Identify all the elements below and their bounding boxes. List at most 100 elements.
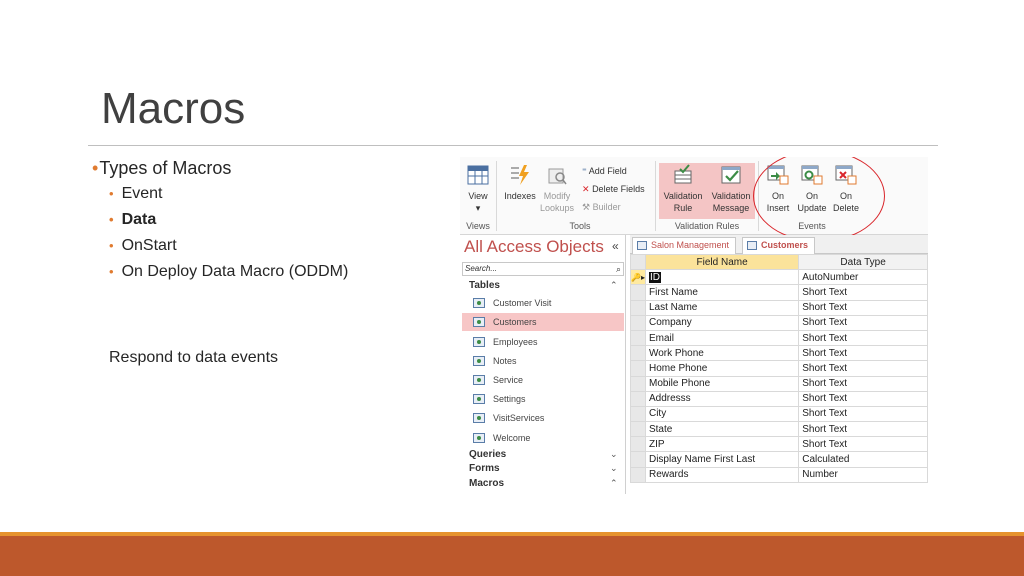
data-type-cell[interactable]: Number bbox=[798, 466, 928, 483]
data-type-cell[interactable]: Short Text bbox=[798, 436, 928, 453]
field-name-cell[interactable]: Email bbox=[644, 329, 800, 347]
table-row[interactable]: Email Short Text bbox=[630, 329, 928, 347]
field-name-cell[interactable]: Mobile Phone bbox=[644, 375, 800, 392]
group-label-validation: Validation Rules bbox=[674, 221, 740, 231]
data-type-cell[interactable]: Short Text bbox=[798, 405, 928, 423]
header-field-name[interactable]: Field Name bbox=[644, 253, 800, 271]
table-row[interactable]: Display Name First Last Calculated bbox=[630, 451, 928, 468]
row-selector[interactable] bbox=[630, 345, 646, 362]
field-name-cell[interactable]: Last Name bbox=[644, 299, 800, 316]
data-type-cell[interactable]: Short Text bbox=[798, 284, 928, 301]
table-row[interactable]: Home Phone Short Text bbox=[630, 360, 928, 377]
field-name-cell[interactable]: Rewards bbox=[644, 466, 800, 483]
data-type-cell[interactable]: Short Text bbox=[798, 299, 928, 316]
field-name-cell[interactable]: Addresss bbox=[644, 390, 800, 407]
indexes-button[interactable]: Indexes bbox=[502, 163, 538, 202]
add-field-button[interactable]: ⁼ Add Field bbox=[582, 166, 627, 177]
nav-item-visitservices[interactable]: VisitServices bbox=[462, 409, 624, 427]
nav-item-notes[interactable]: Notes bbox=[462, 352, 624, 370]
validation-label: Validation bbox=[663, 191, 703, 201]
table-row[interactable]: State Short Text bbox=[630, 421, 928, 438]
table-row[interactable]: ZIP Short Text bbox=[630, 436, 928, 453]
row-selector[interactable] bbox=[630, 405, 646, 423]
row-selector[interactable] bbox=[630, 421, 646, 438]
row-selector[interactable] bbox=[630, 375, 646, 392]
field-name-cell[interactable]: State bbox=[644, 421, 800, 438]
row-selector[interactable] bbox=[630, 329, 646, 347]
tab-salon-management[interactable]: Salon Management bbox=[632, 237, 737, 254]
nav-item-label: Employees bbox=[493, 337, 538, 347]
data-type-cell[interactable]: Short Text bbox=[798, 421, 928, 438]
delete-fields-button[interactable]: ✕ Delete Fields bbox=[582, 184, 645, 195]
bullet-level1: •Types of Macros bbox=[92, 158, 348, 179]
primary-key-icon[interactable]: 🔑▸ bbox=[630, 269, 646, 286]
nav-group-tables[interactable]: Tables ⌃ bbox=[469, 280, 618, 291]
table-row[interactable]: Company Short Text bbox=[630, 314, 928, 331]
nav-item-customer-visit[interactable]: Customer Visit bbox=[462, 294, 624, 312]
data-type-cell[interactable]: Short Text bbox=[798, 360, 928, 377]
table-icon bbox=[473, 394, 485, 404]
table-row[interactable]: Last Name Short Text bbox=[630, 299, 928, 316]
nav-item-label: Notes bbox=[493, 356, 517, 366]
table-row[interactable]: 🔑▸ ID AutoNumber bbox=[630, 269, 928, 286]
field-name-cell[interactable]: Work Phone bbox=[644, 345, 800, 362]
nav-item-welcome[interactable]: Welcome bbox=[462, 429, 624, 447]
nav-item-service[interactable]: Service bbox=[462, 371, 624, 389]
row-selector[interactable] bbox=[630, 390, 646, 407]
field-name-cell[interactable]: ID bbox=[644, 269, 800, 286]
field-name-cell[interactable]: Display Name First Last bbox=[644, 451, 800, 468]
table-row[interactable]: City Short Text bbox=[630, 405, 928, 423]
table-design-grid: Field Name Data Type 🔑▸ ID AutoNumber First… bbox=[630, 253, 928, 483]
table-row[interactable]: Mobile Phone Short Text bbox=[630, 375, 928, 392]
field-name-cell[interactable]: ZIP bbox=[644, 436, 800, 453]
ribbon: View ▾ Indexes Modify Lookups ⁼ Add Field … bbox=[460, 157, 928, 242]
row-selector[interactable] bbox=[630, 314, 646, 331]
collapse-nav-button[interactable]: « bbox=[612, 239, 619, 253]
footer-bar bbox=[0, 536, 1024, 576]
table-row[interactable]: Work Phone Short Text bbox=[630, 345, 928, 362]
row-selector[interactable] bbox=[630, 360, 646, 377]
bullet-level2: • OnStart bbox=[109, 237, 348, 255]
validation-rule-button[interactable]: Validation Rule bbox=[659, 163, 707, 214]
table-row[interactable]: First Name Short Text bbox=[630, 284, 928, 301]
row-selector[interactable] bbox=[630, 466, 646, 483]
field-name-cell[interactable]: First Name bbox=[644, 284, 800, 301]
nav-group-macros[interactable]: Macros ⌃ bbox=[469, 478, 618, 489]
data-type-cell[interactable]: Calculated bbox=[798, 451, 928, 468]
table-row[interactable]: Rewards Number bbox=[630, 466, 928, 483]
row-selector[interactable] bbox=[630, 436, 646, 453]
row-selector[interactable] bbox=[630, 451, 646, 468]
row-selector[interactable] bbox=[630, 299, 646, 316]
nav-item-customers[interactable]: Customers bbox=[462, 313, 624, 331]
nav-item-employees[interactable]: Employees bbox=[462, 333, 624, 351]
data-type-cell[interactable]: AutoNumber bbox=[798, 269, 928, 286]
nav-item-label: Customer Visit bbox=[493, 298, 552, 308]
highlight-circle bbox=[753, 157, 885, 242]
tab-customers[interactable]: Customers bbox=[742, 237, 816, 254]
field-name-cell[interactable]: City bbox=[644, 405, 800, 423]
table-row[interactable]: Addresss Short Text bbox=[630, 390, 928, 407]
data-type-cell[interactable]: Short Text bbox=[798, 329, 928, 347]
corner-selector[interactable] bbox=[630, 253, 646, 271]
nav-group-forms[interactable]: Forms ⌄ bbox=[469, 463, 618, 474]
nav-group-queries[interactable]: Queries ⌄ bbox=[469, 449, 618, 460]
modify-lookups-button[interactable]: Modify Lookups bbox=[538, 163, 576, 214]
data-type-cell[interactable]: Short Text bbox=[798, 314, 928, 331]
field-name-cell[interactable]: Company bbox=[644, 314, 800, 331]
builder-button[interactable]: ⚒ Builder bbox=[582, 202, 621, 213]
header-data-type[interactable]: Data Type bbox=[798, 253, 928, 271]
data-type-cell[interactable]: Short Text bbox=[798, 345, 928, 362]
validation-message-button[interactable]: Validation Message bbox=[707, 163, 755, 214]
nav-item-settings[interactable]: Settings bbox=[462, 390, 624, 408]
table-icon bbox=[473, 298, 485, 308]
nav-search-input[interactable]: Search... ⌕ bbox=[462, 262, 624, 276]
field-name-text: First Name bbox=[648, 286, 698, 298]
data-type-cell[interactable]: Short Text bbox=[798, 390, 928, 407]
field-name-text: Email bbox=[648, 332, 674, 344]
field-name-cell[interactable]: Home Phone bbox=[644, 360, 800, 377]
navigation-pane: All Access Objects « Search... ⌕ Tables ⌃ … bbox=[460, 235, 626, 494]
bullet-level2: • On Deploy Data Macro (ODDM) bbox=[109, 263, 348, 281]
row-selector[interactable] bbox=[630, 284, 646, 301]
view-button[interactable]: View ▾ bbox=[464, 163, 492, 214]
data-type-cell[interactable]: Short Text bbox=[798, 375, 928, 392]
